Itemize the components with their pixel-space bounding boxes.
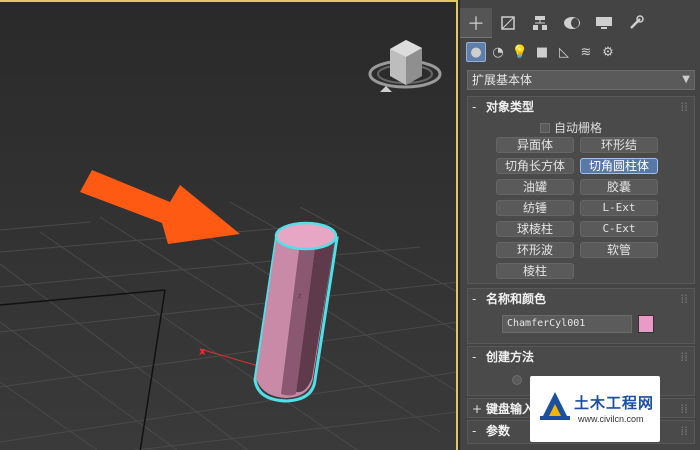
svg-text:z: z: [298, 292, 302, 300]
object-type-title: 对象类型: [486, 100, 535, 114]
spacewarps-icon[interactable]: ≋: [576, 42, 596, 62]
hierarchy-icon[interactable]: [524, 8, 556, 38]
name-color-rollout: - 名称和颜色 ⁞⁞ ChamferCyl001: [467, 288, 695, 344]
watermark-logo: 土木工程网 www.civilcn.com: [530, 376, 660, 442]
grid-axis-line-2: [139, 289, 166, 450]
chamfer-cyl-button[interactable]: 切角圆柱体: [580, 158, 658, 174]
watermark-url: www.civilcn.com: [578, 414, 644, 424]
drag-handle-icon[interactable]: ⁞⁞: [680, 97, 688, 117]
cameras-icon[interactable]: ■: [532, 42, 552, 62]
name-color-title: 名称和颜色: [486, 292, 547, 306]
grid-axis-line: [0, 289, 166, 306]
name-color-header[interactable]: - 名称和颜色 ⁞⁞: [468, 289, 694, 309]
ringwave-button[interactable]: 环形波: [496, 242, 574, 258]
capsule-button[interactable]: 胶囊: [580, 179, 658, 195]
object-category-dropdown[interactable]: 扩展基本体 ▼: [467, 70, 695, 90]
svg-text:x: x: [200, 347, 205, 356]
drag-handle-icon[interactable]: ⁞⁞: [680, 289, 688, 309]
autogrid-option[interactable]: 自动栅格: [540, 119, 602, 136]
chevron-down-icon: ▼: [682, 74, 690, 85]
hedra-button[interactable]: 异面体: [496, 137, 574, 153]
modify-icon[interactable]: [492, 8, 524, 38]
collapse-toggle: -: [472, 292, 477, 306]
create-icon[interactable]: ＋: [460, 8, 492, 38]
parameters-title: 参数: [486, 424, 511, 438]
creation-method-header[interactable]: - 创建方法 ⁞⁞: [468, 347, 694, 367]
creation-method-title: 创建方法: [486, 350, 535, 364]
expand-toggle: +: [472, 402, 483, 416]
torus-knot-button[interactable]: 环形结: [580, 137, 658, 153]
command-panel-tabs: ＋: [460, 8, 700, 40]
viewport-scene: x z: [0, 40, 456, 450]
home-grid: [0, 201, 456, 450]
utilities-icon[interactable]: [620, 8, 652, 38]
geometry-icon[interactable]: ●: [466, 42, 486, 62]
c-ext-button[interactable]: C-Ext: [580, 221, 658, 237]
autogrid-label: 自动栅格: [554, 121, 603, 135]
keyboard-entry-title: 键盘输入: [486, 402, 535, 416]
shapes-icon[interactable]: ◔: [488, 42, 508, 62]
drag-handle-icon[interactable]: ⁞⁞: [680, 347, 688, 367]
helpers-icon[interactable]: ◺: [554, 42, 574, 62]
object-name-field[interactable]: ChamferCyl001: [502, 315, 632, 333]
drag-handle-icon[interactable]: ⁞⁞: [680, 399, 688, 419]
drag-handle-icon[interactable]: ⁞⁞: [680, 421, 688, 441]
category-icons: ● ◔ 💡 ■ ◺ ≋ ⚙: [466, 42, 618, 62]
collapse-toggle: -: [472, 424, 477, 438]
civilcn-logo-icon: [540, 392, 570, 420]
oil-tank-button[interactable]: 油罐: [496, 179, 574, 195]
chamfer-cylinder-object[interactable]: z: [253, 221, 339, 403]
collapse-toggle: -: [472, 350, 477, 364]
dropdown-value: 扩展基本体: [472, 73, 533, 87]
lights-icon[interactable]: 💡: [510, 42, 530, 62]
watermark-title: 土木工程网: [574, 394, 655, 412]
gengon-button[interactable]: 球棱柱: [496, 221, 574, 237]
autogrid-checkbox[interactable]: [540, 122, 550, 133]
motion-icon[interactable]: [556, 8, 588, 38]
chamfer-box-button[interactable]: 切角长方体: [496, 158, 574, 174]
display-icon[interactable]: [588, 8, 620, 38]
prism-button[interactable]: 棱柱: [496, 263, 574, 279]
perspective-viewport[interactable]: x z: [0, 0, 458, 450]
object-type-header[interactable]: - 对象类型 ⁞⁞: [468, 97, 694, 117]
spindle-button[interactable]: 纺锤: [496, 200, 574, 216]
object-type-rollout: - 对象类型 ⁞⁞ 自动栅格 异面体 环形结 切角长方体 切角圆柱体 油罐 胶囊 …: [467, 96, 695, 284]
pointer-arrow: [80, 170, 240, 244]
object-color-swatch[interactable]: [638, 315, 654, 333]
creation-method-radio[interactable]: [512, 375, 522, 385]
collapse-toggle: -: [472, 100, 477, 114]
viewcube-icon[interactable]: [368, 40, 442, 92]
hose-button[interactable]: 软管: [580, 242, 658, 258]
systems-icon[interactable]: ⚙: [598, 42, 618, 62]
l-ext-button[interactable]: L-Ext: [580, 200, 658, 216]
